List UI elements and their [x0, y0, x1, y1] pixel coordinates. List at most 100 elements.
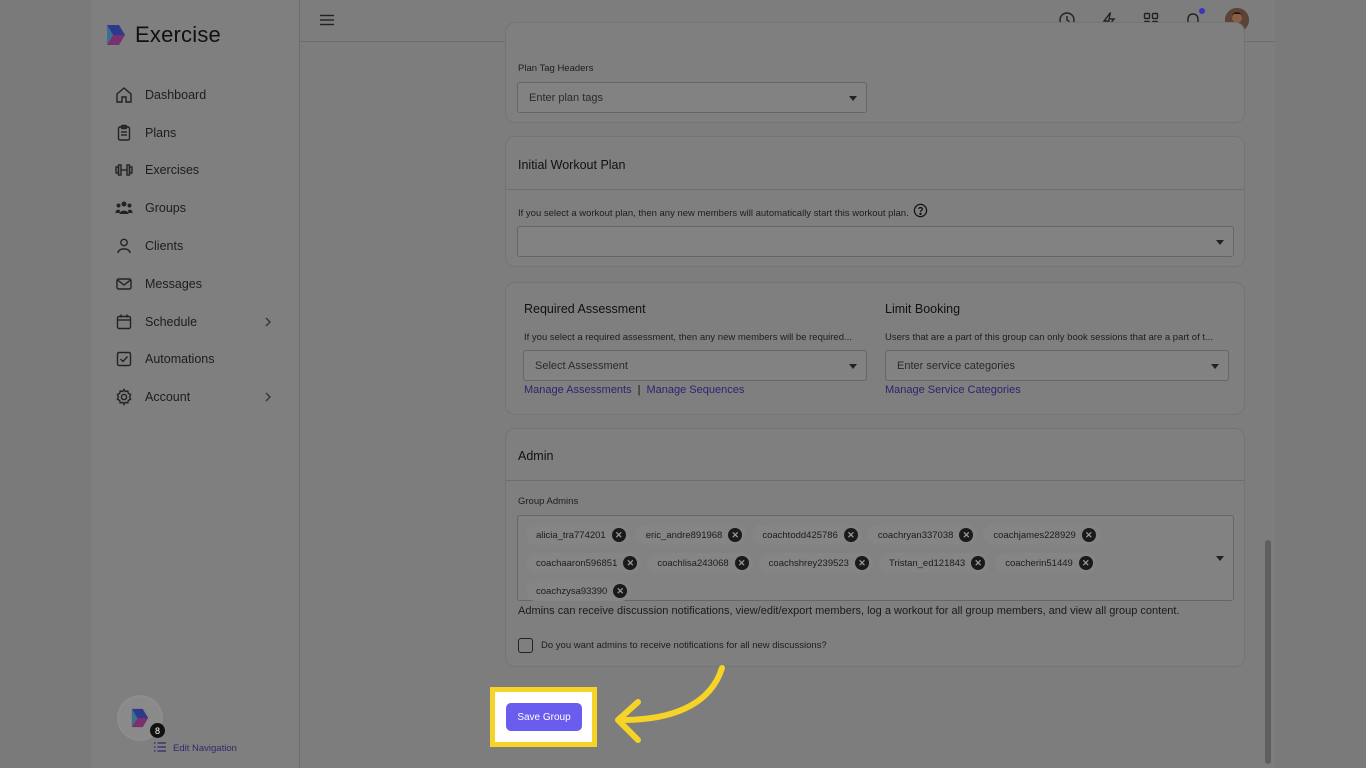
remove-chip-icon[interactable]: ✕ — [959, 528, 974, 542]
admin-chip-label: eric_andre891968 — [645, 529, 723, 541]
remove-chip-icon[interactable]: ✕ — [843, 528, 858, 542]
hamburger-menu-icon[interactable] — [320, 13, 334, 31]
app-title: Exercise — [135, 22, 221, 47]
user-icon — [115, 237, 133, 255]
sidebar-item-messages[interactable]: Messages — [91, 265, 300, 303]
caret-down-icon — [849, 96, 857, 101]
plan-tags-card: Plan Tag Headers Enter plan tags — [505, 22, 1245, 123]
sidebar-item-schedule[interactable]: Schedule — [91, 303, 300, 341]
check-square-icon — [115, 350, 133, 368]
sidebar-item-label: Plans — [145, 125, 177, 140]
sidebar-item-groups[interactable]: Groups — [91, 189, 300, 227]
admin-chip-label: coachjames228929 — [993, 529, 1076, 541]
remove-chip-icon[interactable]: ✕ — [611, 528, 626, 542]
link-separator: | — [637, 384, 641, 396]
admin-chip: coachaaron596851 ✕ — [526, 553, 642, 573]
remove-chip-icon[interactable]: ✕ — [728, 528, 743, 542]
sidebar-item-clients[interactable]: Clients — [91, 227, 300, 265]
sidebar-item-label: Exercises — [145, 163, 200, 178]
workspace-avatar[interactable]: 8 — [119, 697, 165, 739]
save-group-button[interactable]: Save Group — [506, 703, 582, 731]
remove-chip-icon[interactable]: ✕ — [971, 556, 986, 570]
sidebar-item-account[interactable]: Account — [91, 378, 300, 416]
admin-chip: coachtodd425786 ✕ — [752, 525, 862, 545]
remove-chip-icon[interactable]: ✕ — [623, 556, 638, 570]
caret-down-icon — [849, 364, 857, 369]
sidebar-item-dashboard[interactable]: Dashboard — [91, 76, 300, 114]
admin-chip-label: coachryan337038 — [877, 529, 954, 541]
limit-booking-title: Limit Booking — [885, 302, 961, 316]
app-logo[interactable]: Exercise — [105, 22, 221, 48]
manage-service-categories-link[interactable]: Manage Service Categories — [885, 384, 1021, 396]
service-categories-select[interactable]: Enter service categories — [885, 350, 1229, 381]
manage-sequences-link[interactable]: Manage Sequences — [646, 384, 744, 396]
chevron-right-icon — [264, 315, 272, 333]
initial-workout-plan-title: Initial Workout Plan — [518, 158, 626, 172]
dumbbell-icon — [115, 161, 133, 179]
caret-down-icon — [1216, 556, 1224, 561]
sidebar-item-label: Groups — [145, 201, 186, 216]
help-circle-icon[interactable] — [913, 203, 928, 223]
remove-chip-icon[interactable]: ✕ — [854, 556, 869, 570]
logo-icon — [107, 25, 125, 45]
plan-tags-placeholder: Enter plan tags — [529, 91, 603, 104]
sidebar-item-automations[interactable]: Automations — [91, 341, 300, 379]
sidebar-item-label: Messages — [145, 276, 202, 291]
admin-chip-label: coachlisa243068 — [657, 557, 729, 569]
admin-chip: alicia_tra774201 ✕ — [526, 525, 630, 545]
sidebar-item-label: Automations — [145, 352, 215, 367]
required-assessment-title: Required Assessment — [524, 302, 646, 316]
sidebar-nav: Dashboard Plans Exercises Groups Clients… — [91, 76, 300, 416]
initial-workout-plan-card: Initial Workout Plan If you select a wor… — [505, 136, 1245, 267]
group-admins-select[interactable]: alicia_tra774201 ✕ eric_andre891968 ✕ coac… — [517, 515, 1234, 601]
admin-chip: coachlisa243068 ✕ — [647, 553, 753, 573]
admin-chip-label: coacherin51449 — [1005, 557, 1073, 569]
edit-navigation-label: Edit Navigation — [173, 743, 237, 754]
sidebar-item-label: Clients — [145, 239, 184, 254]
admin-chip: coacherin51449 ✕ — [995, 553, 1097, 573]
edit-navigation-link[interactable]: Edit Navigation — [153, 741, 237, 756]
admin-chip-label: coachshrey239523 — [768, 557, 849, 569]
group-admins-label: Group Admins — [518, 496, 579, 507]
initial-workout-plan-help: If you select a workout plan, then any n… — [518, 203, 928, 223]
caret-down-icon — [1216, 240, 1224, 245]
gear-icon — [115, 388, 133, 407]
admin-chip: coachshrey239523 ✕ — [758, 553, 873, 573]
initial-workout-plan-select[interactable] — [517, 226, 1234, 257]
admin-notifications-label: Do you want admins to receive notificati… — [541, 640, 827, 651]
manage-assessments-link[interactable]: Manage Assessments — [524, 384, 632, 396]
sidebar-item-label: Schedule — [145, 314, 198, 329]
home-icon — [115, 86, 133, 104]
logo-icon — [131, 708, 149, 728]
remove-chip-icon[interactable]: ✕ — [1081, 528, 1096, 542]
scrollbar[interactable] — [1265, 540, 1271, 764]
chevron-right-icon — [264, 390, 272, 408]
admin-title: Admin — [518, 449, 554, 463]
sidebar-item-exercises[interactable]: Exercises — [91, 152, 300, 190]
remove-chip-icon[interactable]: ✕ — [1078, 556, 1093, 570]
admin-notifications-checkbox[interactable] — [518, 638, 533, 653]
admin-chip-row: alicia_tra774201 ✕ eric_andre891968 ✕ coac… — [526, 521, 1203, 549]
admin-chip-row: coachaaron596851 ✕ coachlisa243068 ✕ coach… — [526, 549, 1203, 577]
admin-chip: coachjames228929 ✕ — [983, 525, 1100, 545]
remove-chip-icon[interactable]: ✕ — [734, 556, 749, 570]
assessment-links: Manage Assessments | Manage Sequences — [524, 384, 744, 396]
app-window: Exercise Dashboard Plans Exercises Group… — [91, 0, 1275, 768]
admin-chip: eric_andre891968 ✕ — [635, 525, 747, 545]
plan-tags-select[interactable]: Enter plan tags — [517, 82, 867, 113]
admin-chip-label: alicia_tra774201 — [536, 529, 606, 541]
admin-chip: Tristan_ed121843 ✕ — [878, 553, 990, 573]
admin-chip-label: coachaaron596851 — [536, 557, 618, 569]
sidebar-item-plans[interactable]: Plans — [91, 114, 300, 152]
service-categories-placeholder: Enter service categories — [897, 359, 1015, 372]
admin-chip: coachzysa93390 ✕ — [526, 581, 632, 601]
clipboard-icon — [115, 124, 133, 142]
limit-booking-description: Users that are a part of this group can … — [885, 332, 1213, 343]
admin-card: Admin Group Admins alicia_tra774201 ✕ eri… — [505, 428, 1245, 667]
assessment-booking-card: Required Assessment If you select a requ… — [505, 282, 1245, 415]
assessment-select[interactable]: Select Assessment — [523, 350, 867, 381]
notification-dot — [1199, 8, 1205, 14]
initial-workout-plan-description: If you select a workout plan, then any n… — [518, 207, 909, 219]
remove-chip-icon[interactable]: ✕ — [613, 584, 628, 598]
users-icon — [115, 199, 133, 217]
